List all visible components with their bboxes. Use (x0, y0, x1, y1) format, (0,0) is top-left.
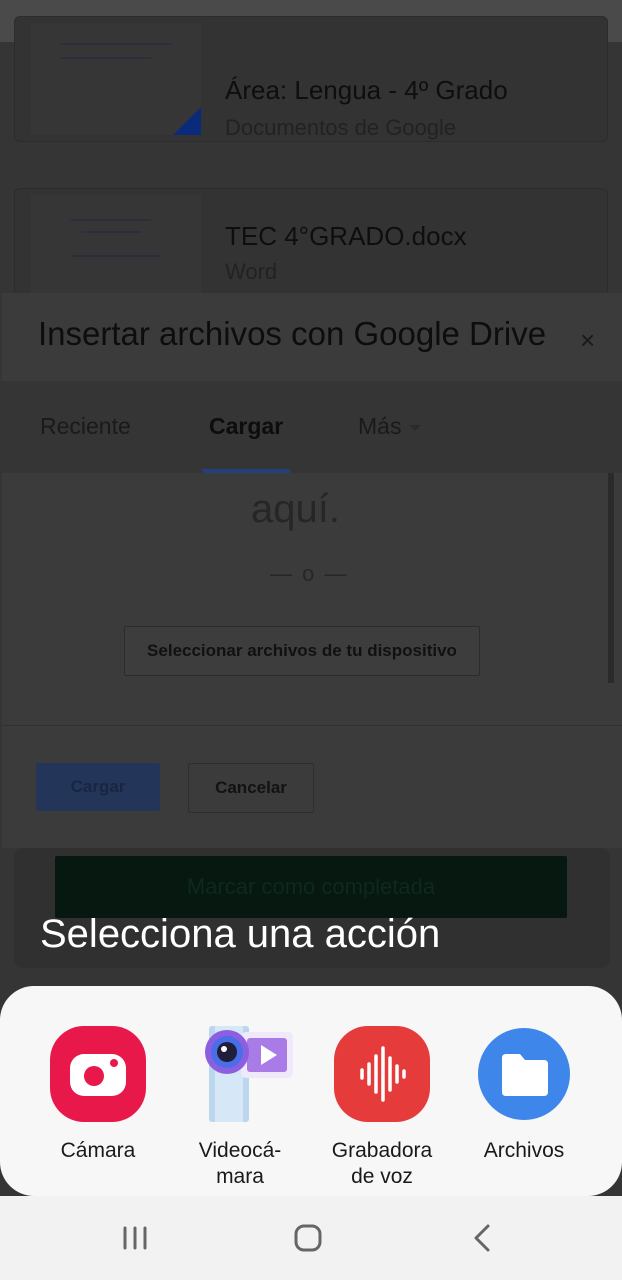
video-camera-icon (185, 1020, 295, 1130)
tab-cargar[interactable]: Cargar (209, 413, 283, 440)
tab-reciente[interactable]: Reciente (40, 413, 131, 440)
doc-card: TEC 4°GRADO.docx Word (14, 188, 608, 307)
app-camera[interactable]: Cámara (28, 986, 168, 1196)
doc-title: Área: Lengua - 4º Grado (225, 75, 508, 105)
camera-icon (50, 1026, 146, 1122)
app-voice-recorder[interactable]: Grabadora de voz (312, 986, 452, 1196)
action-sheet-title: Selecciona una acción (40, 912, 441, 956)
doc-subtitle: Documentos de Google (225, 115, 457, 140)
cancel-button[interactable]: Cancelar (188, 763, 314, 813)
app-files[interactable]: Archivos (454, 986, 594, 1196)
home-icon[interactable] (292, 1222, 324, 1254)
tab-mas[interactable]: Más (358, 413, 422, 440)
drive-dialog: Insertar archivos con Google Drive × Rec… (2, 293, 622, 848)
action-sheet: Cámara Videocá- mara Grabadora de voz Ar… (0, 986, 622, 1196)
doc-subtitle: Word (225, 259, 278, 284)
app-label: Grabadora de voz (331, 1139, 433, 1188)
dialog-tabs: Reciente Cargar Más (2, 381, 622, 473)
doc-thumbnail (31, 195, 201, 307)
upload-area: aquí. — o — Seleccionar archivos de tu d… (2, 473, 622, 725)
app-video-camera[interactable]: Videocá- mara (170, 986, 310, 1196)
chevron-down-icon (409, 424, 422, 431)
scrollbar[interactable] (608, 473, 614, 683)
navigation-bar (0, 1196, 622, 1280)
back-icon[interactable] (468, 1222, 496, 1254)
doc-thumbnail (31, 23, 201, 135)
tab-mas-label: Más (358, 413, 402, 439)
divider (2, 725, 622, 726)
recent-apps-icon[interactable] (118, 1224, 152, 1252)
close-icon[interactable]: × (580, 327, 595, 353)
app-label: Archivos (483, 1139, 565, 1162)
dialog-title: Insertar archivos con Google Drive (38, 315, 547, 352)
files-icon (478, 1028, 570, 1120)
app-label: Cámara (60, 1139, 136, 1162)
upload-button[interactable]: Cargar (36, 763, 160, 811)
doc-card: Área: Lengua - 4º Grado Documentos de Go… (14, 16, 608, 142)
separator-text: — o — (270, 561, 349, 586)
mark-complete-button[interactable]: Marcar como completada (55, 856, 567, 918)
doc-title: TEC 4°GRADO.docx (225, 221, 467, 251)
select-files-button[interactable]: Seleccionar archivos de tu dispositivo (124, 626, 480, 676)
voice-recorder-icon (334, 1026, 430, 1122)
drop-text: aquí. (251, 487, 340, 531)
app-label: Videocá- mara (198, 1139, 282, 1188)
